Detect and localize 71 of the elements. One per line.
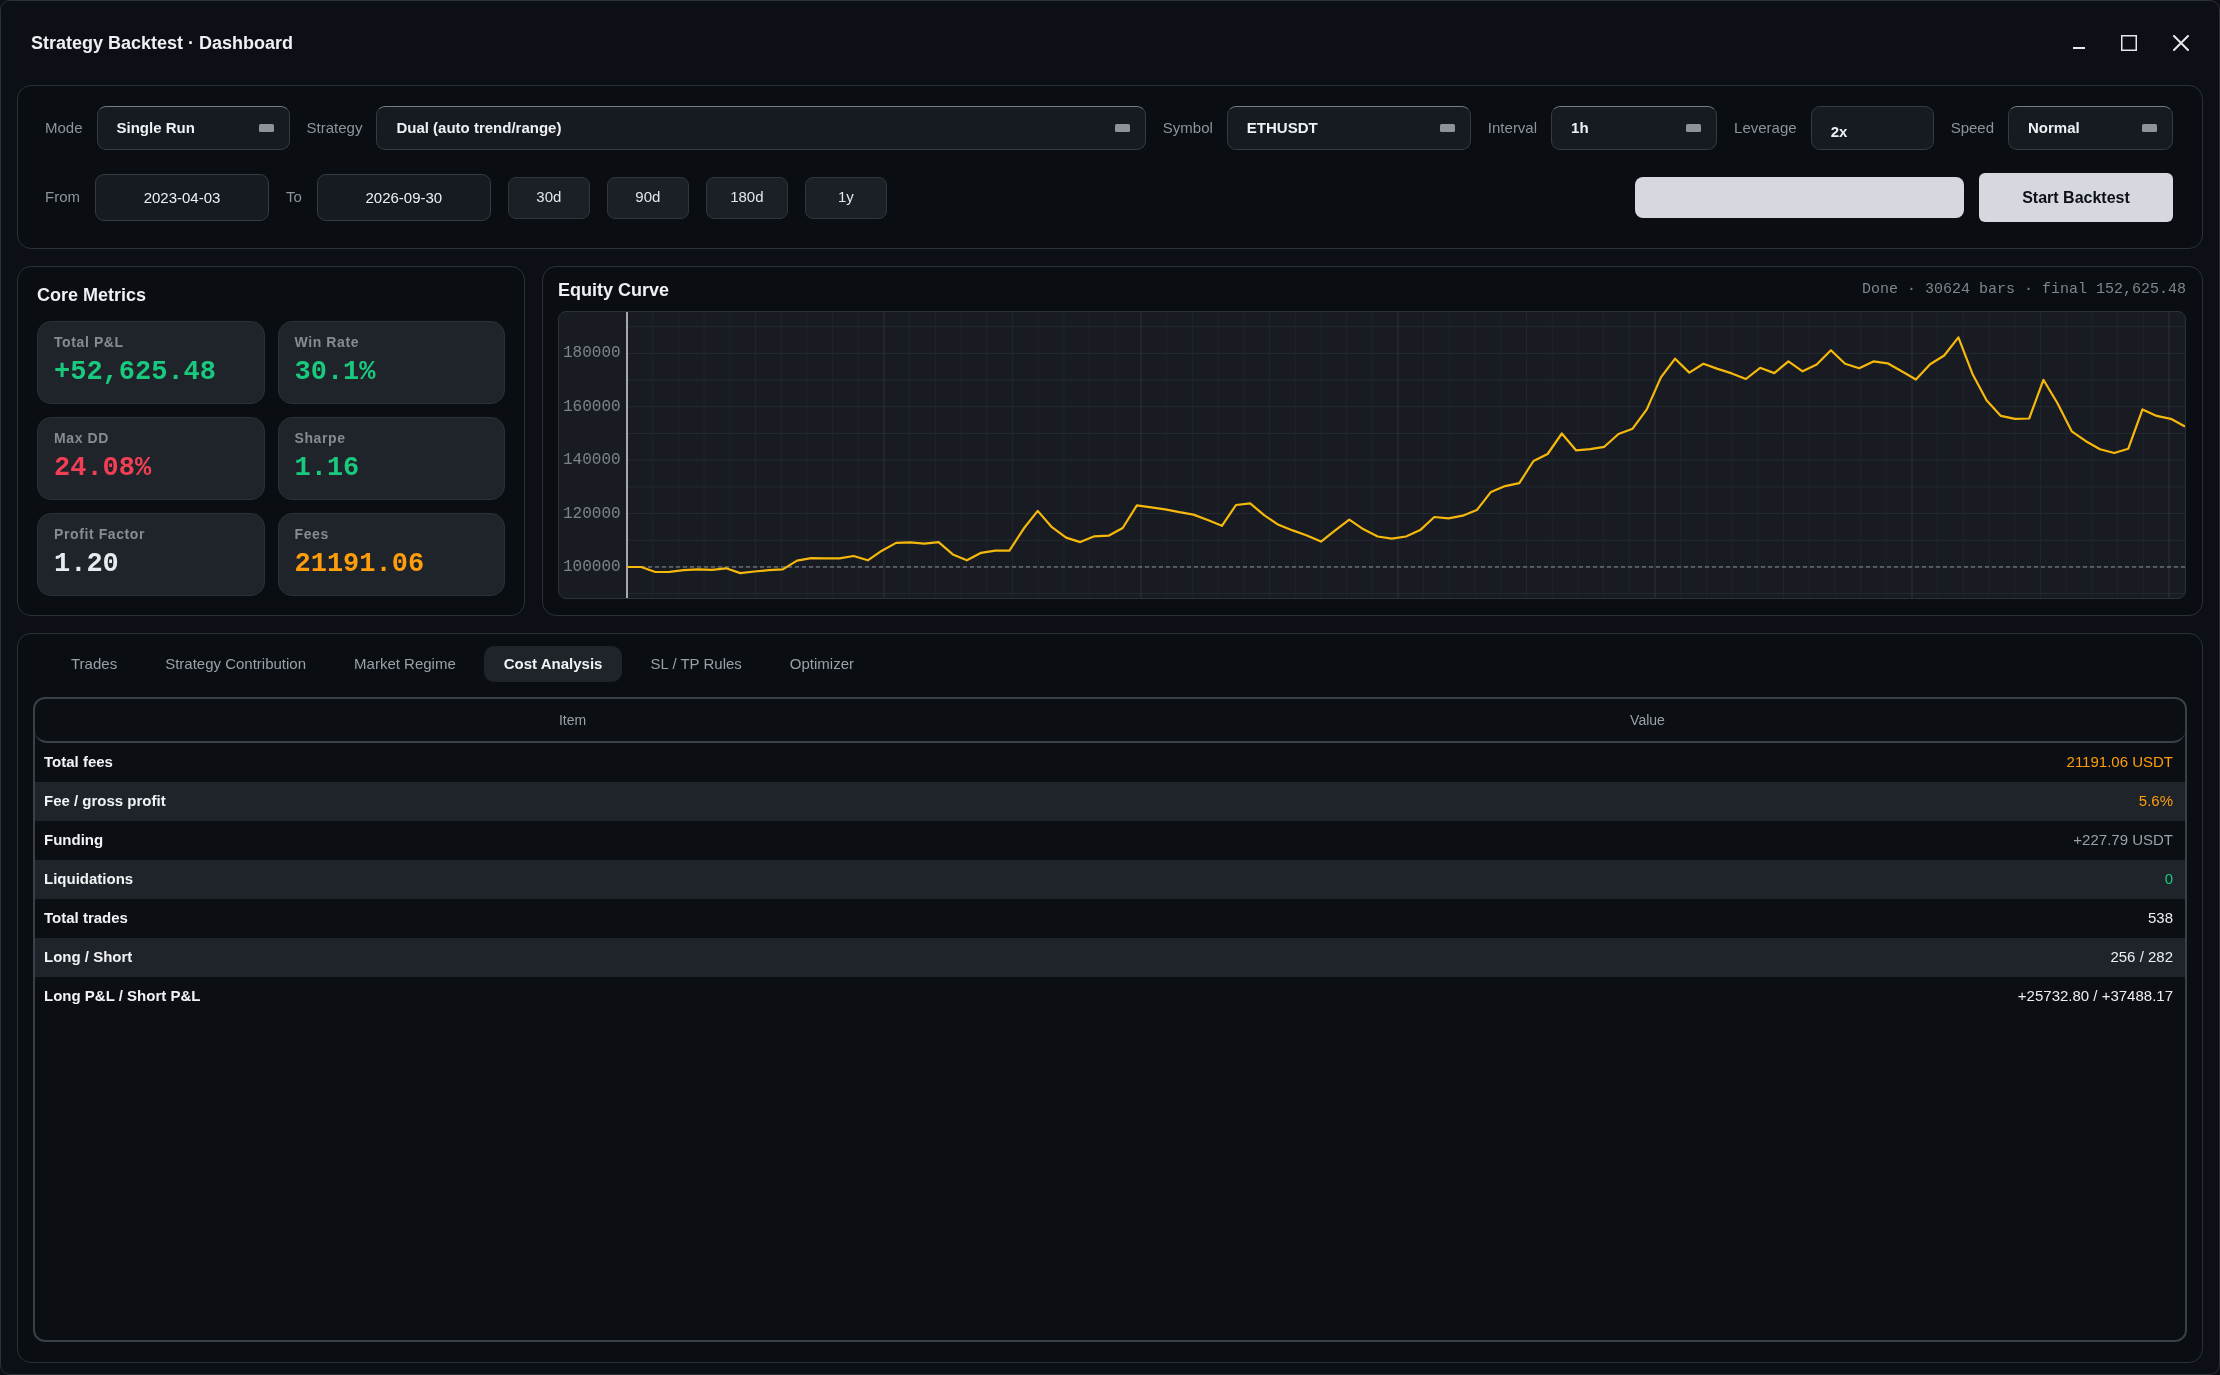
maximize-icon[interactable] <box>2121 35 2137 51</box>
metric-value: 30.1% <box>294 356 377 388</box>
tab[interactable]: SL / TP Rules <box>630 646 762 682</box>
column-header: Value <box>1629 710 1666 730</box>
cost-item: Total fees <box>44 752 114 773</box>
metric-value: 24.08% <box>54 452 153 484</box>
cost-item: Long P&L / Short P&L <box>44 986 202 1007</box>
dropdown[interactable]: Normal <box>2008 106 2173 150</box>
cost-item: Liquidations <box>44 869 135 890</box>
cost-item: Total trades <box>44 908 129 929</box>
tab[interactable]: Trades <box>51 646 138 682</box>
metric-label: Profit Factor <box>54 526 147 543</box>
dropdown[interactable]: Dual (auto trend/range) <box>376 106 1146 150</box>
dropdown[interactable]: ETHUSDT <box>1226 106 1471 150</box>
date-field[interactable]: 2026-09-30 <box>316 174 491 221</box>
cost-item: Fee / gross profit <box>44 791 167 812</box>
status-text: Done · 30624 bars · final 152,625.48 <box>1861 280 2186 300</box>
cost-value: +227.79 USDT <box>2072 830 2173 851</box>
bar-icon <box>2142 124 2157 132</box>
cost-item: Long / Short <box>44 947 134 968</box>
close-icon[interactable] <box>2173 35 2189 51</box>
preset-button[interactable]: 180d <box>705 176 788 219</box>
tab[interactable]: Strategy Contribution <box>145 646 327 682</box>
chart-title: Equity Curve <box>558 279 670 302</box>
bar-icon <box>258 124 274 132</box>
cost-value: 5.6% <box>2137 791 2173 812</box>
metric-value: +52,625.48 <box>54 356 218 388</box>
cost-value: 0 <box>2163 869 2173 890</box>
preset-button[interactable]: 30d <box>507 176 590 219</box>
column-header: Item <box>557 710 588 730</box>
axis-tick-label: 160000 <box>563 397 621 416</box>
cost-value: 21191.06 USDT <box>2065 752 2173 773</box>
axis-tick-label: 100000 <box>563 557 621 576</box>
text-field[interactable]: 2x <box>1810 106 1934 150</box>
window-title: Strategy Backtest · Dashboard <box>31 31 294 55</box>
start-button[interactable]: Start Backtest <box>1979 173 2173 222</box>
metric-label: Sharpe <box>294 430 347 447</box>
field-label: Strategy <box>306 117 363 138</box>
tab[interactable]: Optimizer <box>769 646 875 682</box>
cost-value: +25732.80 / +37488.17 <box>2016 986 2173 1007</box>
dropdown[interactable]: Single Run <box>96 106 290 150</box>
axis-tick-label: 140000 <box>563 450 621 469</box>
field-label: Speed <box>1950 117 1994 138</box>
date-field[interactable]: 2023-04-03 <box>95 174 269 221</box>
bar-icon <box>1686 124 1702 132</box>
metric-label: Total P&L <box>54 334 125 351</box>
metric-value: 21191.06 <box>294 548 426 580</box>
cost-value: 538 <box>2146 908 2173 929</box>
field-label: To <box>286 187 302 208</box>
metric-label: Win Rate <box>294 334 361 351</box>
panel-title: Core Metrics <box>37 284 148 306</box>
metric-value: 1.20 <box>54 548 120 580</box>
dropdown[interactable]: 1h <box>1551 106 1718 150</box>
field-label: Interval <box>1487 117 1538 138</box>
field-label: From <box>45 187 80 208</box>
preset-button[interactable]: 90d <box>606 176 689 219</box>
bar-icon <box>1439 124 1455 132</box>
preset-button[interactable]: 1y <box>804 176 887 219</box>
metric-label: Max DD <box>54 430 110 447</box>
tab[interactable]: Cost Analysis <box>483 646 623 682</box>
metric-value: 1.16 <box>294 452 361 484</box>
tab[interactable]: Market Regime <box>334 646 476 682</box>
metric-label: Fees <box>294 526 330 543</box>
axis-tick-label: 180000 <box>563 343 621 362</box>
field-label: Leverage <box>1734 117 1797 138</box>
field-label: Mode <box>45 117 83 138</box>
bar-icon <box>1114 124 1130 132</box>
axis-tick-label: 120000 <box>563 504 621 523</box>
field-label: Symbol <box>1162 117 1213 138</box>
cost-item: Funding <box>44 830 105 851</box>
cost-value: 256 / 282 <box>2109 947 2173 968</box>
